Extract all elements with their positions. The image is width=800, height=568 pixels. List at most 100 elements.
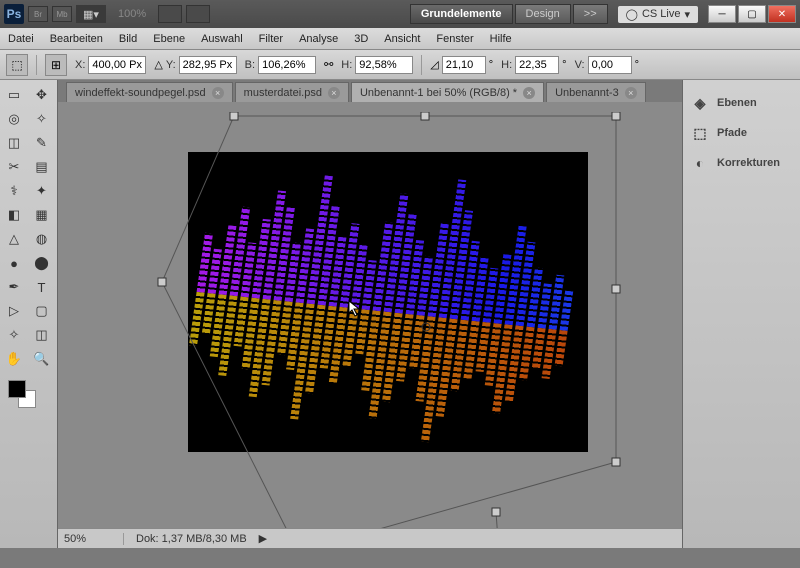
tab-label: musterdatei.psd [244,87,322,99]
panel-label: Pfade [717,127,747,139]
degree-3: ° [635,59,639,71]
doc-tab-0[interactable]: windeffekt-soundpegel.psd × [66,82,233,102]
color-swatches[interactable] [2,378,55,408]
tool-21[interactable]: ◫ [30,324,54,346]
transform-tool-icon[interactable]: ⬚ [6,54,28,76]
panel-icon: ⬚ [691,124,709,142]
h2-label: H: [501,59,512,71]
panel-label: Korrekturen [717,157,780,169]
tool-4[interactable]: ◫ [2,132,26,154]
tab-close-icon[interactable]: × [625,87,637,99]
zoom-level[interactable]: 100% [110,8,154,20]
menu-bearbeiten[interactable]: Bearbeiten [50,33,103,45]
menubar: Datei Bearbeiten Bild Ebene Auswahl Filt… [0,28,800,50]
canvas-viewport[interactable] [58,102,682,528]
fg-color[interactable] [8,380,26,398]
close-button[interactable]: ✕ [768,5,796,23]
tool-18[interactable]: ▷ [2,300,26,322]
tool-5[interactable]: ✎ [30,132,54,154]
tool-16[interactable]: ✒ [2,276,26,298]
tab-close-icon[interactable]: × [523,87,535,99]
status-arrow[interactable]: ▶ [259,532,267,545]
workspace-grundelemente[interactable]: Grundelemente [410,4,513,24]
menu-datei[interactable]: Datei [8,33,34,45]
tab-close-icon[interactable]: × [328,87,340,99]
delta-icon[interactable]: △ [154,58,162,71]
minimize-button[interactable]: ─ [708,5,736,23]
b-label: B: [245,59,255,71]
panel-ebenen[interactable]: ◈ Ebenen [689,88,794,118]
angle-input[interactable] [442,56,486,74]
workspace-design[interactable]: Design [515,4,571,24]
tool-11[interactable]: ▦ [30,204,54,226]
tool-15[interactable]: ⬤ [30,252,54,274]
titlebar: Ps Br Mb ▦▾ 100% Grundelemente Design >>… [0,0,800,28]
angle-icon: ◿ [430,58,438,71]
tool-1[interactable]: ✥ [30,84,54,106]
v-label: V: [575,59,585,71]
maximize-button[interactable]: ▢ [738,5,766,23]
tool-20[interactable]: ✧ [2,324,26,346]
doc-tab-2[interactable]: Unbenannt-1 bei 50% (RGB/8) *× [351,82,544,102]
menu-analyse[interactable]: Analyse [299,33,338,45]
menu-filter[interactable]: Filter [259,33,283,45]
minibridge-button[interactable]: Mb [52,6,72,22]
y-input[interactable] [179,56,237,74]
cursor-icon [348,300,362,318]
arrange-button-1[interactable] [158,5,182,23]
tool-2[interactable]: ◎ [2,108,26,130]
tool-12[interactable]: △ [2,228,26,250]
arrange-button-2[interactable] [186,5,210,23]
panel-label: Ebenen [717,97,757,109]
statusbar: 50% Dok: 1,37 MB/8,30 MB ▶ [58,528,682,548]
cslive-button[interactable]: ◯CS Live▾ [618,6,698,23]
height-input[interactable] [355,56,413,74]
menu-fenster[interactable]: Fenster [436,33,473,45]
tool-17[interactable]: T [30,276,54,298]
tab-close-icon[interactable]: × [212,87,224,99]
menu-ebene[interactable]: Ebene [153,33,185,45]
panel-pfade[interactable]: ⬚ Pfade [689,118,794,148]
tool-22[interactable]: ✋ [2,348,26,370]
tool-10[interactable]: ◧ [2,204,26,226]
tool-3[interactable]: ✧ [30,108,54,130]
h-label: H: [341,59,352,71]
x-label: X: [75,59,85,71]
document-tabs: windeffekt-soundpegel.psd×musterdatei.ps… [58,80,682,102]
menu-hilfe[interactable]: Hilfe [490,33,512,45]
menu-ansicht[interactable]: Ansicht [384,33,420,45]
panel-icon: ◈ [691,94,709,112]
tool-23[interactable]: 🔍 [30,348,54,370]
tool-19[interactable]: ▢ [30,300,54,322]
app-logo: Ps [4,4,24,24]
width-input[interactable] [258,56,316,74]
tool-9[interactable]: ✦ [30,180,54,202]
panel-icon: ◐ [691,154,709,172]
tool-8[interactable]: ⚕ [2,180,26,202]
tab-label: windeffekt-soundpegel.psd [75,87,206,99]
skew-h-input[interactable] [515,56,559,74]
tool-14[interactable]: ● [2,252,26,274]
reference-point-icon[interactable]: ⊞ [45,54,67,76]
options-bar: ⬚ ⊞ X: △ Y: B: ⚯ H: ◿ ° H: ° V: ° [0,50,800,80]
doc-tab-3[interactable]: Unbenannt-3× [546,82,646,102]
panel-dock: ◈ Ebenen ⬚ Pfade ◐ Korrekturen [682,80,800,548]
view-dropdown[interactable]: ▦▾ [76,5,106,23]
panel-korrekturen[interactable]: ◐ Korrekturen [689,148,794,178]
menu-auswahl[interactable]: Auswahl [201,33,243,45]
tool-7[interactable]: ▤ [30,156,54,178]
tool-6[interactable]: ✂ [2,156,26,178]
tool-13[interactable]: ◍ [30,228,54,250]
menu-bild[interactable]: Bild [119,33,137,45]
link-icon[interactable]: ⚯ [324,58,333,71]
status-zoom[interactable]: 50% [64,533,124,545]
menu-3d[interactable]: 3D [354,33,368,45]
x-input[interactable] [88,56,146,74]
doc-tab-1[interactable]: musterdatei.psd × [235,82,349,102]
workspace-more[interactable]: >> [573,4,608,24]
bridge-button[interactable]: Br [28,6,48,22]
canvas[interactable] [188,152,588,452]
tool-0[interactable]: ▭ [2,84,26,106]
skew-v-input[interactable] [588,56,632,74]
degree-1: ° [489,59,493,71]
